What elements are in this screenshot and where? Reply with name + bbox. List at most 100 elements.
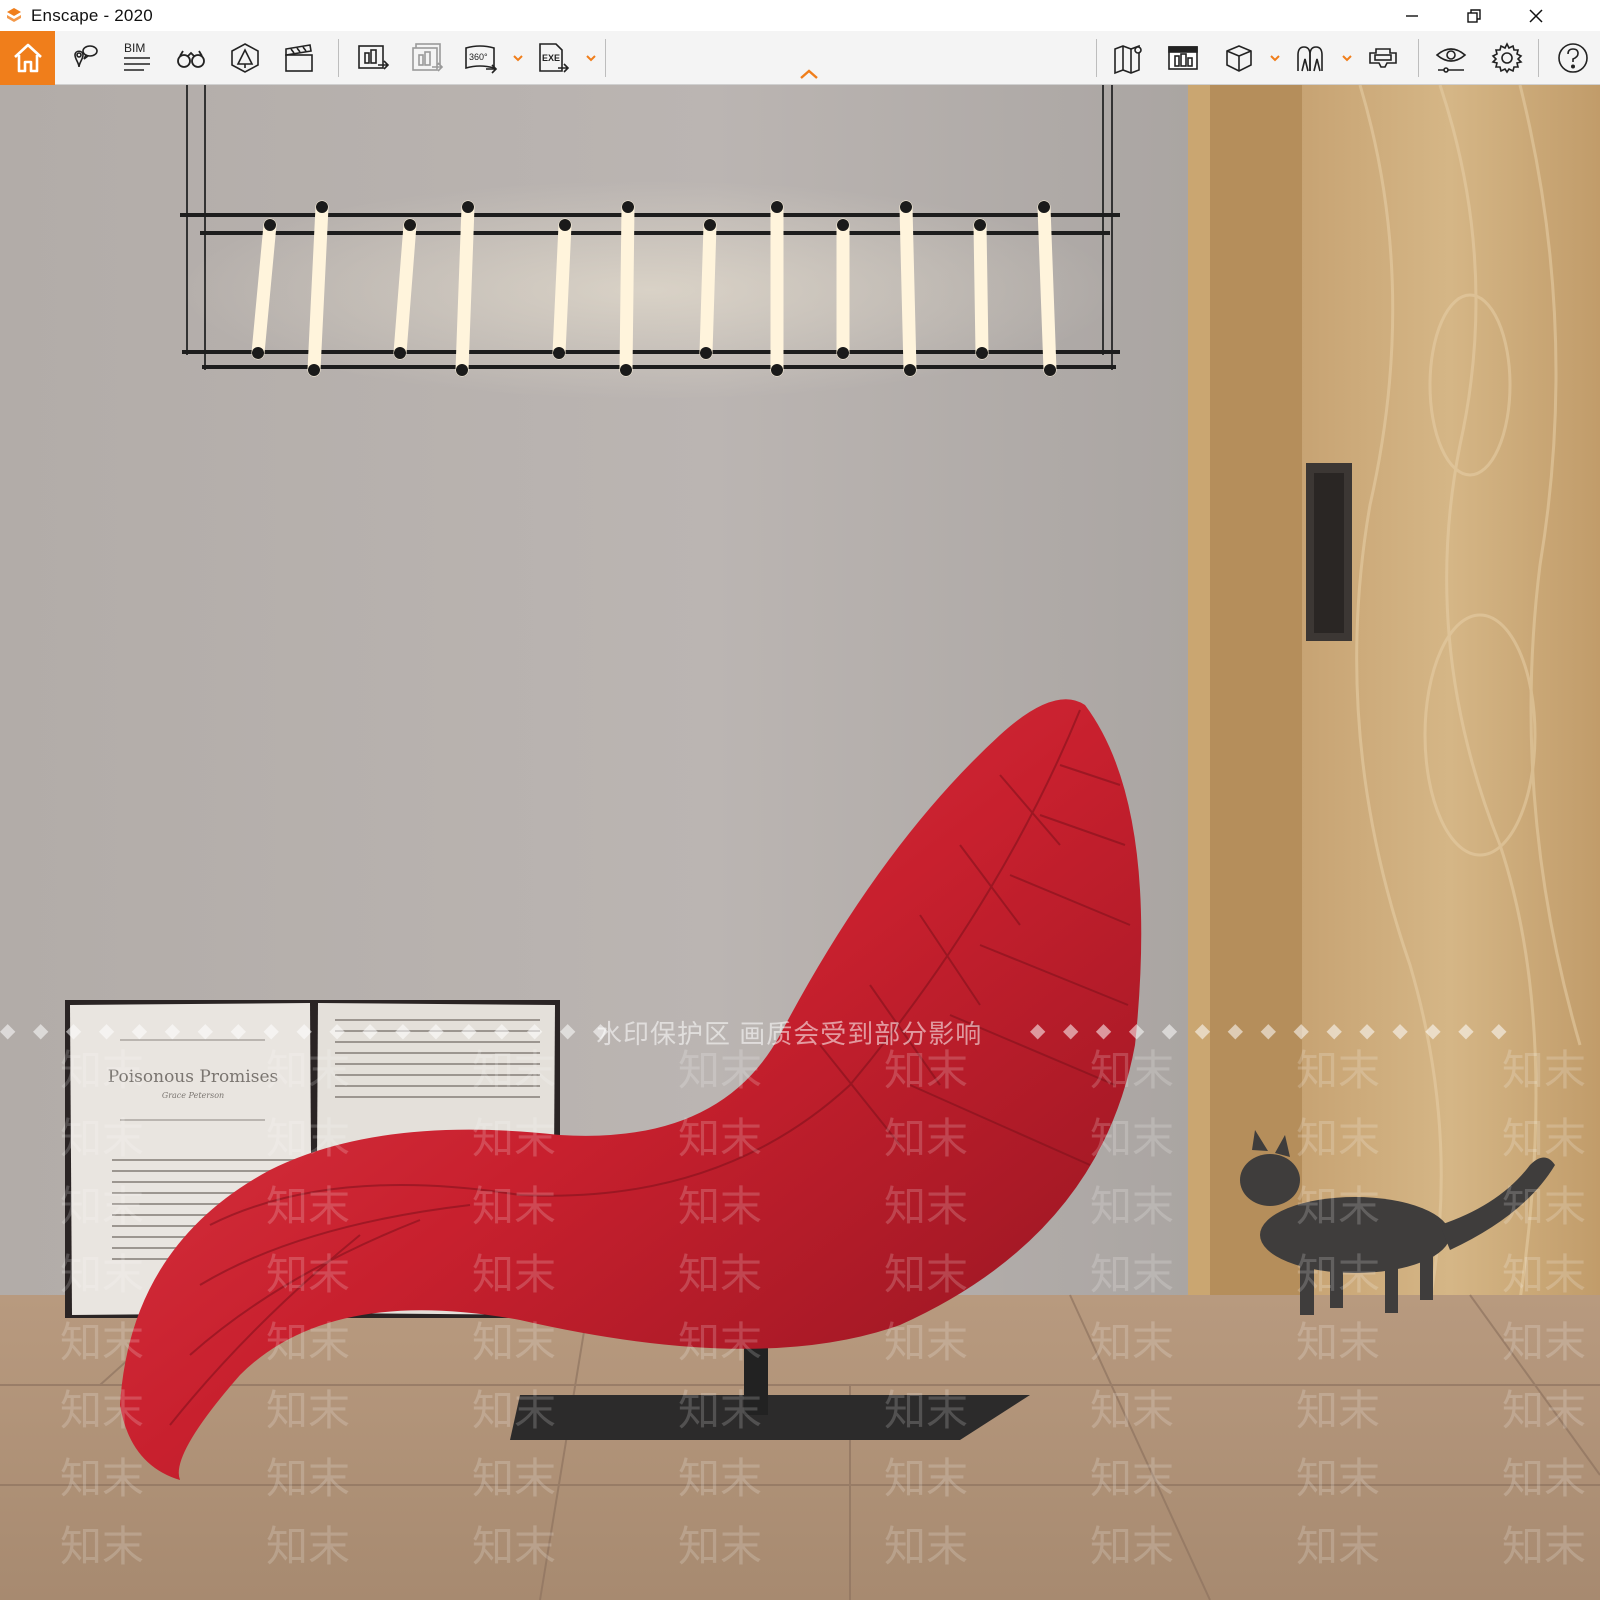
vr-headset-button[interactable] [1360,35,1406,81]
watermark-tile: 知末 [1296,1318,1380,1367]
enscape-logo-icon [7,8,21,22]
watermark-tile: 知末 [1502,1182,1586,1231]
watermark-dots: ◆ ◆ ◆ ◆ ◆ ◆ ◆ ◆ ◆ ◆ ◆ ◆ ◆ ◆ ◆ ◆ ◆ ◆ ◆ [0,1020,615,1042]
watermark-tile: 知末 [884,1522,968,1571]
watermark-text: 水印保护区 画质会受到部分影响 [596,1019,983,1049]
exe-label: EXE [542,53,560,63]
light-tube [836,218,850,360]
cube-button[interactable] [1216,35,1262,81]
watermark-tile: 知末 [1296,1386,1380,1435]
light-tube [973,218,989,360]
watermark-tile: 知末 [1090,1114,1174,1163]
toolbar-separator [605,39,606,77]
watermark-tile: 知末 [60,1250,144,1299]
video-editor-icon [285,44,313,72]
watermark-tile: 知末 [884,1114,968,1163]
watermark-tile: 知末 [1502,1318,1586,1367]
watermark-dots: ◆ ◆ ◆ ◆ ◆ ◆ ◆ ◆ ◆ ◆ ◆ ◆ ◆ ◆ ◆ [1030,1020,1513,1042]
watermark-tile: 知末 [1502,1454,1586,1503]
watermark-tile: 知末 [472,1522,556,1571]
watermark-tile: 知末 [1090,1386,1174,1435]
screenshot-export-button[interactable] [350,35,396,81]
bim-label: BIM [124,41,145,55]
title-bar: Enscape - 2020 [0,0,1600,31]
views-button[interactable] [60,35,106,81]
watermark-tile: 知末 [884,1386,968,1435]
home-icon [13,43,42,73]
watermark-tile: 知末 [678,1114,762,1163]
gear-icon [1491,42,1523,74]
views-icon [74,45,98,68]
watermark-tile: 知末 [472,1114,556,1163]
watermark-tile: 知末 [1296,1522,1380,1571]
chevron-down-icon[interactable] [584,51,598,65]
watermark-tile: 知末 [678,1454,762,1503]
exe-export-icon: EXE [539,43,570,73]
chevron-up-icon[interactable] [798,67,820,81]
watermark-tile: 知末 [1090,1250,1174,1299]
light-tube [619,200,635,377]
map-icon [1114,44,1142,75]
window-title: Enscape - 2020 [31,6,153,25]
eye-settings-button[interactable] [1428,35,1474,81]
watermark-tile: 知末 [472,1182,556,1231]
orthographic-icon [1168,46,1198,70]
help-button[interactable] [1550,35,1596,81]
restore-button[interactable] [1444,0,1504,31]
watermark-tile: 知末 [1502,1250,1586,1299]
video-editor-button[interactable] [276,35,322,81]
watermark-banner: ◆ ◆ ◆ ◆ ◆ ◆ ◆ ◆ ◆ ◆ ◆ ◆ ◆ ◆ ◆ ◆ ◆ ◆ ◆ 水印… [0,1010,1600,1054]
bim-icon: BIM [124,41,150,71]
book-author: Grace Peterson [162,1091,224,1100]
watermark-tile: 知末 [1296,1114,1380,1163]
toolbar-separator [1096,39,1097,77]
watermark-tile: 知末 [1296,1250,1380,1299]
watermark-tile: 知末 [472,1454,556,1503]
watermark-tile: 知末 [1090,1182,1174,1231]
watermark-tile: 知末 [1090,1318,1174,1367]
batch-render-button[interactable] [404,35,450,81]
settings-button[interactable] [1484,35,1530,81]
watermark-tile: 知末 [266,1250,350,1299]
watermark-tile: 知末 [884,1250,968,1299]
restore-icon [1467,8,1481,23]
door-opening [1210,85,1302,1300]
watermark-tile: 知末 [884,1318,968,1367]
watermark-tile: 知末 [884,1454,968,1503]
close-icon [1529,8,1543,23]
watermark-tile: 知末 [678,1386,762,1435]
chevron-down-icon[interactable] [1268,51,1282,65]
collaboration-button[interactable] [1288,35,1334,81]
watermark-tile: 知末 [884,1182,968,1231]
watermark-tile: 知末 [472,1250,556,1299]
watermark-tile: 知末 [266,1522,350,1571]
binoculars-button[interactable] [168,35,214,81]
watermark-tile: 知末 [1502,1522,1586,1571]
panorama-export-button[interactable]: 360° [458,35,504,81]
toolbar-separator [338,39,339,77]
chevron-down-icon[interactable] [1340,51,1354,65]
minimize-button[interactable] [1382,0,1442,31]
asset-library-button[interactable] [222,35,268,81]
asset-library-icon [231,43,259,73]
exe-export-button[interactable]: EXE [530,35,576,81]
close-button[interactable] [1506,0,1566,31]
light-tube [770,200,784,377]
panorama-label: 360° [469,52,488,62]
watermark-tile: 知末 [1502,1386,1586,1435]
toolbar-separator [1538,39,1539,77]
watermark-tile: 知末 [60,1454,144,1503]
eye-settings-icon [1435,48,1467,73]
bim-button[interactable]: BIM [114,35,160,81]
render-viewport[interactable]: Poisonous Promises Grace Peterson 知末 知末 … [0,85,1600,1600]
vr-headset-icon [1369,48,1397,68]
home-button[interactable] [0,31,55,85]
orthographic-button[interactable] [1160,35,1206,81]
map-button[interactable] [1106,35,1152,81]
chevron-down-icon[interactable] [511,51,525,65]
scene-render: Poisonous Promises Grace Peterson 知末 知末 … [0,85,1600,1600]
watermark-tile: 知末 [1502,1114,1586,1163]
watermark-tile: 知末 [1090,1454,1174,1503]
watermark-tile: 知末 [266,1182,350,1231]
watermark-tile: 知末 [1296,1182,1380,1231]
